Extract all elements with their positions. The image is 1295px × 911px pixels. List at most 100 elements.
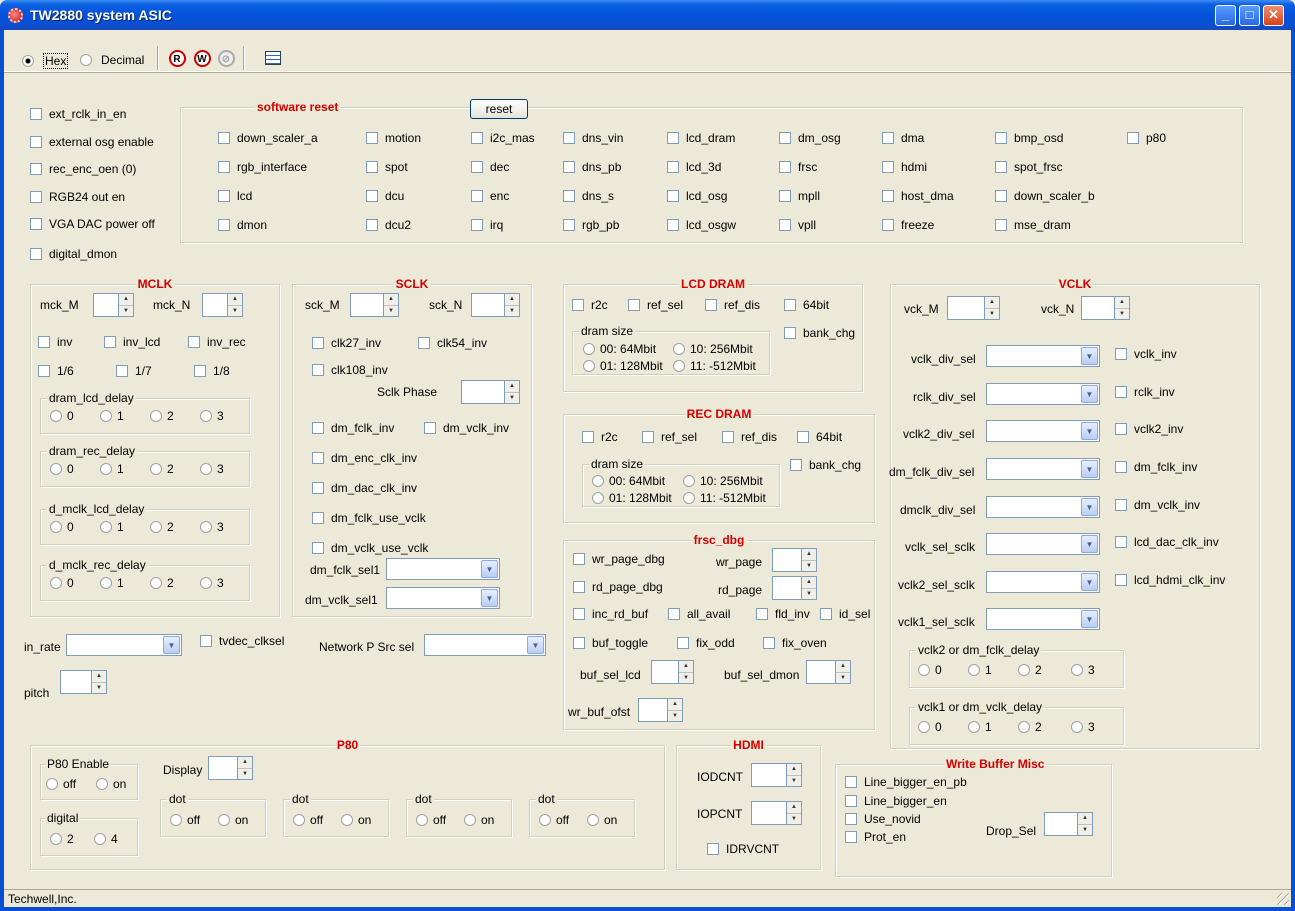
lcd-dram-ref-dis-checkbox[interactable]: ref_dis: [705, 298, 760, 312]
vclk-div-sel-select[interactable]: ▼: [986, 345, 1100, 367]
inc-rd-buf-checkbox[interactable]: inc_rd_buf: [573, 607, 648, 621]
reset-frsc-checkbox[interactable]: frsc: [779, 160, 817, 174]
rec-dram-64bit-checkbox[interactable]: 64bit: [797, 430, 842, 444]
reset-host-dma-checkbox[interactable]: host_dma: [882, 189, 954, 203]
disabled-reset-icon[interactable]: ⊘: [215, 47, 237, 69]
reset-bmp-osd-checkbox[interactable]: bmp_osd: [995, 131, 1063, 145]
fix-oven-checkbox[interactable]: fix_oven: [763, 636, 827, 650]
mck-m-spinner[interactable]: ▲ ▼: [93, 293, 134, 317]
reset-rgb-interface-checkbox[interactable]: rgb_interface: [218, 160, 307, 174]
vclk-vclk-inv-checkbox[interactable]: vclk_inv: [1115, 347, 1177, 361]
dot-2-on-radio[interactable]: on: [341, 813, 371, 827]
vclk-dm-vclk-inv-checkbox[interactable]: dm_vclk_inv: [1115, 498, 1200, 512]
close-button[interactable]: ✕: [1263, 5, 1284, 26]
reset-irq-checkbox[interactable]: irq: [471, 218, 503, 232]
sclk-dm-fclk-inv-checkbox[interactable]: dm_fclk_inv: [312, 421, 394, 435]
reset-freeze-checkbox[interactable]: freeze: [882, 218, 934, 232]
rec-dram-r2c-checkbox[interactable]: r2c: [582, 430, 618, 444]
dm-vclk-use-vclk-checkbox[interactable]: dm_vclk_use_vclk: [312, 541, 428, 555]
prot-en-checkbox[interactable]: Prot_en: [845, 830, 906, 844]
vga-dac-power-off-checkbox[interactable]: VGA DAC power off: [30, 217, 155, 231]
mclk-1-7-checkbox[interactable]: 1/7: [116, 364, 152, 378]
vclk1-delay-2-radio[interactable]: 2: [1018, 720, 1042, 734]
dot-1-on-radio[interactable]: on: [218, 813, 248, 827]
hex-radio[interactable]: Hex: [22, 53, 69, 69]
reset-mse-dram-checkbox[interactable]: mse_dram: [995, 218, 1071, 232]
clk27-inv-checkbox[interactable]: clk27_inv: [312, 336, 381, 350]
dm-vclk-sel1-select[interactable]: ▼: [386, 587, 500, 609]
lcd-dram-r2c-checkbox[interactable]: r2c: [572, 298, 608, 312]
reset-dec-checkbox[interactable]: dec: [471, 160, 509, 174]
rec-dram-bank-chg-checkbox[interactable]: bank_chg: [790, 458, 861, 472]
lcd-dram-ref-sel-checkbox[interactable]: ref_sel: [628, 298, 683, 312]
mck-n-spinner[interactable]: ▲ ▼: [202, 293, 243, 317]
mclk-inv-lcd-checkbox[interactable]: inv_lcd: [104, 335, 160, 349]
reset-w-icon[interactable]: W: [191, 47, 213, 69]
reset-button[interactable]: reset: [470, 99, 528, 119]
dm-fclk-sel1-select[interactable]: ▼: [386, 558, 500, 580]
rec-enc-oen-0-checkbox[interactable]: rec_enc_oen (0): [30, 162, 136, 176]
reset-spot-checkbox[interactable]: spot: [366, 160, 408, 174]
vclk-rclk-inv-checkbox[interactable]: rclk_inv: [1115, 385, 1175, 399]
vclk-lcd-hdmi-clk-inv-checkbox[interactable]: lcd_hdmi_clk_inv: [1115, 573, 1225, 587]
vclk-sel-sclk-select[interactable]: ▼: [986, 533, 1100, 555]
reset-p80-checkbox[interactable]: p80: [1127, 131, 1166, 145]
line-bigger-en-pb-checkbox[interactable]: Line_bigger_en_pb: [845, 775, 967, 789]
vclk1-delay-1-radio[interactable]: 1: [968, 720, 992, 734]
iodcnt-spinner[interactable]: ▲ ▼: [751, 763, 802, 787]
lcd-dram-64bit-checkbox[interactable]: 64bit: [784, 298, 829, 312]
line-bigger-en-checkbox[interactable]: Line_bigger_en: [845, 794, 947, 808]
rclk-div-sel-select[interactable]: ▼: [986, 383, 1100, 405]
reset-dcu2-checkbox[interactable]: dcu2: [366, 218, 411, 232]
reset-dma-checkbox[interactable]: dma: [882, 131, 924, 145]
dram-rec-delay-1-radio[interactable]: 1: [100, 462, 124, 476]
digital-2-radio[interactable]: 2: [50, 832, 74, 846]
dm-fclk-use-vclk-checkbox[interactable]: dm_fclk_use_vclk: [312, 511, 426, 525]
buf-sel-dmon-spinner[interactable]: ▲ ▼: [806, 660, 851, 684]
rec-dram-size-2-radio[interactable]: 01: 128Mbit: [592, 491, 672, 505]
digital-dmon-checkbox[interactable]: digital_dmon: [30, 247, 117, 261]
d-mclk-lcd-delay-2-radio[interactable]: 2: [150, 520, 174, 534]
dot-4-off-radio[interactable]: off: [539, 813, 569, 827]
sck-n-spinner[interactable]: ▲ ▼: [471, 293, 520, 317]
vclk1-sel-sclk-select[interactable]: ▼: [986, 608, 1100, 630]
dot-4-on-radio[interactable]: on: [587, 813, 617, 827]
reset-dcu-checkbox[interactable]: dcu: [366, 189, 404, 203]
all-avail-checkbox[interactable]: all_avail: [668, 607, 730, 621]
reset-lcd-checkbox[interactable]: lcd: [218, 189, 252, 203]
reset-lcd-dram-checkbox[interactable]: lcd_dram: [667, 131, 735, 145]
reset-lcd-osg-checkbox[interactable]: lcd_osg: [667, 189, 727, 203]
pitch-spinner[interactable]: ▲ ▼: [60, 670, 107, 694]
fld-inv-checkbox[interactable]: fld_inv: [756, 607, 810, 621]
lcd-dram-size-3-radio[interactable]: 11: -512Mbit: [673, 359, 756, 373]
d-mclk-rec-delay-1-radio[interactable]: 1: [100, 576, 124, 590]
reset-dns-vin-checkbox[interactable]: dns_vin: [563, 131, 623, 145]
vclk-dm-fclk-inv-checkbox[interactable]: dm_fclk_inv: [1115, 460, 1197, 474]
mclk-inv-checkbox[interactable]: inv: [38, 335, 72, 349]
dm-enc-clk-inv-checkbox[interactable]: dm_enc_clk_inv: [312, 451, 417, 465]
sclk-dm-vclk-inv-checkbox[interactable]: dm_vclk_inv: [424, 421, 509, 435]
minimize-button[interactable]: _: [1215, 5, 1236, 26]
dot-3-on-radio[interactable]: on: [464, 813, 494, 827]
vclk2-sel-sclk-select[interactable]: ▼: [986, 571, 1100, 593]
dram-lcd-delay-2-radio[interactable]: 2: [150, 409, 174, 423]
clk108-inv-checkbox[interactable]: clk108_inv: [312, 363, 388, 377]
reset-spot-frsc-checkbox[interactable]: spot_frsc: [995, 160, 1063, 174]
wr-page-spinner[interactable]: ▲ ▼: [772, 548, 817, 572]
p80-enable-off-radio[interactable]: off: [46, 777, 76, 791]
vclk2-delay-2-radio[interactable]: 2: [1018, 663, 1042, 677]
reset-vpll-checkbox[interactable]: vpll: [779, 218, 816, 232]
d-mclk-rec-delay-3-radio[interactable]: 3: [200, 576, 224, 590]
reset-dmon-checkbox[interactable]: dmon: [218, 218, 267, 232]
reset-down-scaler-b-checkbox[interactable]: down_scaler_b: [995, 189, 1095, 203]
d-mclk-lcd-delay-0-radio[interactable]: 0: [50, 520, 74, 534]
mclk-inv-rec-checkbox[interactable]: inv_rec: [188, 335, 246, 349]
d-mclk-lcd-delay-1-radio[interactable]: 1: [100, 520, 124, 534]
reset-i2c-mas-checkbox[interactable]: i2c_mas: [471, 131, 535, 145]
reset-down-scaler-a-checkbox[interactable]: down_scaler_a: [218, 131, 318, 145]
vclk2-delay-3-radio[interactable]: 3: [1071, 663, 1095, 677]
resize-grip[interactable]: [1277, 893, 1289, 905]
title-bar[interactable]: TW2880 system ASIC _ □ ✕: [0, 0, 1295, 30]
dram-lcd-delay-0-radio[interactable]: 0: [50, 409, 74, 423]
dot-3-off-radio[interactable]: off: [416, 813, 446, 827]
